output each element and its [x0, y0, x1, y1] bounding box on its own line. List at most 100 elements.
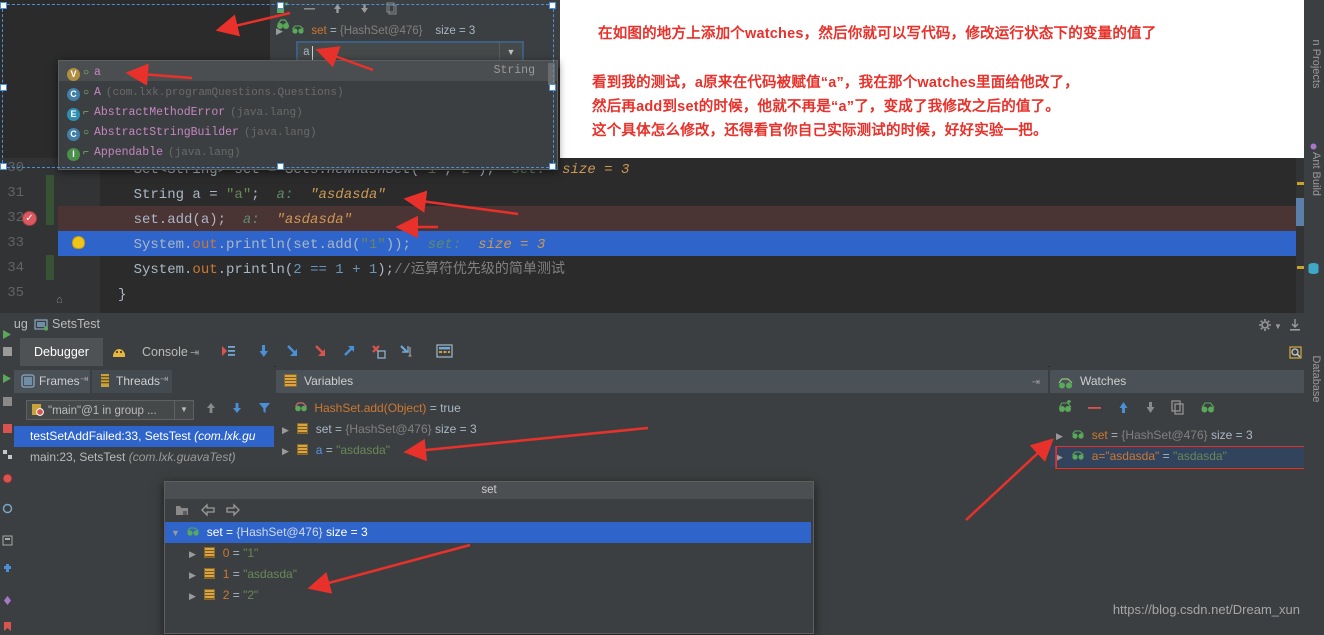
pause-program-icon[interactable] — [2, 346, 13, 357]
variable-eq: = — [429, 401, 441, 415]
resize-handle[interactable] — [0, 84, 7, 91]
code-line[interactable]: set.add(a); a: "asdasda" — [100, 208, 352, 233]
detach-tab-icon[interactable]: ⇥ — [190, 346, 199, 359]
set-popup-title: set — [165, 482, 813, 499]
tab-threads[interactable]: Threads ⇥ — [92, 370, 172, 393]
code-editor[interactable]: ✓ ⌂ 30 31 32 33 34 35 Set<String> set = … — [0, 158, 1324, 313]
rerun-icon[interactable] — [2, 373, 13, 384]
chevron-down-icon[interactable]: ▼ — [174, 401, 193, 419]
set-tree-row[interactable]: ▼ set = {HashSet@476} size = 3 — [165, 522, 811, 543]
step-over-icon[interactable] — [256, 343, 272, 362]
watch-value: {HashSet@476} — [1121, 428, 1208, 442]
set-popup-toolbar[interactable] — [165, 499, 813, 523]
variables-list[interactable]: HashSet.add(Object) = true ▶ set = {Hash… — [276, 398, 1048, 461]
resize-handle[interactable] — [0, 2, 7, 9]
view-breakpoints-icon[interactable] — [2, 449, 13, 460]
sort-up-icon[interactable] — [205, 401, 217, 418]
frame-row[interactable]: testSetAddFailed:33, SetsTest (com.lxk.g… — [14, 426, 274, 447]
code-fold-icon[interactable]: ⌂ — [56, 294, 63, 306]
breakpoint-toggle-icon[interactable] — [2, 473, 13, 484]
drop-frame-icon[interactable] — [370, 343, 386, 362]
intention-bulb-icon[interactable] — [72, 236, 85, 249]
detach-icon[interactable]: ⇥ — [160, 374, 168, 385]
debug-left-rail[interactable] — [0, 313, 14, 632]
right-tool-rail[interactable]: n Projects Ant Build Database — [1304, 0, 1324, 632]
layout-icon[interactable] — [2, 535, 13, 546]
step-into-icon[interactable] — [285, 343, 301, 362]
settings-icon[interactable] — [2, 503, 13, 514]
resize-handle[interactable] — [549, 84, 556, 91]
code-line[interactable]: String a = "a"; a: "asdasda" — [100, 183, 386, 208]
debug-step-toolbar[interactable] — [220, 343, 462, 362]
watch-row[interactable]: ▶ set = {HashSet@476} size = 3 — [1050, 425, 1324, 446]
debug-tabbar[interactable]: Debugger Console ⇥ — [0, 338, 1324, 367]
right-tab-database[interactable]: Database — [1307, 339, 1324, 419]
set-popup-tree[interactable]: ▼ set = {HashSet@476} size = 3 ▶ 0 = "1"… — [165, 522, 811, 606]
tab-frames[interactable]: Frames ⇥ — [14, 370, 90, 393]
resize-handle[interactable] — [0, 163, 7, 170]
code-line[interactable]: System.out.println(2 == 1 + 1);//运算符优先级的… — [100, 258, 565, 283]
sort-down-icon[interactable] — [231, 401, 243, 418]
forward-icon[interactable] — [225, 503, 240, 520]
move-up-icon[interactable] — [1117, 400, 1130, 418]
set-tree-row[interactable]: ▶ 2 = "2" — [165, 585, 811, 606]
resize-handle[interactable] — [549, 163, 556, 170]
settings-search-icon[interactable] — [1288, 345, 1303, 363]
show-execution-point-icon[interactable] — [220, 343, 236, 362]
expand-arrow-icon[interactable]: ▶ — [189, 586, 201, 607]
right-tab-projects[interactable]: n Projects — [1307, 24, 1324, 104]
jump-to-source-icon[interactable] — [175, 503, 190, 520]
thread-selector[interactable]: "main"@1 in group ... ▼ — [26, 400, 194, 420]
expand-arrow-icon[interactable]: ▶ — [189, 544, 201, 565]
annotation-line-3: 然后再add到set的时候，他就不再是“a”了，变成了我修改之后的值了。 — [592, 99, 1060, 115]
evaluate-expression-icon[interactable] — [436, 344, 454, 361]
resume-program-icon[interactable] — [2, 329, 13, 340]
move-down-icon[interactable] — [1144, 400, 1157, 418]
force-step-into-icon[interactable] — [313, 343, 329, 362]
edit-watch-icon[interactable] — [1200, 401, 1216, 418]
expand-arrow-icon[interactable]: ▶ — [282, 441, 294, 462]
collapse-arrow-icon[interactable]: ▼ — [171, 523, 183, 544]
mute-breakpoints-icon[interactable] — [2, 423, 13, 434]
watches-panel-header: Watches ⇥ — [1050, 370, 1324, 393]
back-icon[interactable] — [201, 503, 216, 520]
breakpoint-icon[interactable]: ✓ — [22, 211, 37, 226]
code-token: System. — [100, 262, 193, 278]
variable-row[interactable]: HashSet.add(Object) = true — [276, 398, 1048, 419]
variable-row[interactable]: ▶ set = {HashSet@476} size = 3 — [276, 419, 1048, 440]
plugin-icon[interactable] — [2, 595, 13, 606]
expand-panel-icon[interactable]: ⇥ — [1032, 371, 1040, 394]
frames-toolbar[interactable] — [205, 401, 282, 418]
gear-icon[interactable] — [1258, 318, 1272, 335]
step-out-icon[interactable] — [341, 343, 357, 362]
tab-debugger[interactable]: Debugger — [20, 338, 103, 366]
frame-row[interactable]: main:23, SetsTest (com.lxk.guavaTest) — [14, 447, 274, 468]
extension-icon[interactable] — [2, 563, 13, 574]
resize-handle[interactable] — [277, 2, 284, 9]
set-tree-row[interactable]: ▶ 0 = "1" — [165, 543, 811, 564]
code-line[interactable]: } — [118, 283, 126, 308]
resize-handle[interactable] — [277, 163, 284, 170]
bookmark-icon[interactable] — [2, 621, 13, 632]
remove-watch-icon[interactable] — [1087, 400, 1102, 418]
copy-icon[interactable] — [1171, 400, 1185, 418]
chevron-down-icon[interactable]: ▼ — [1274, 322, 1282, 331]
stop-icon[interactable] — [2, 396, 13, 407]
filter-icon[interactable] — [258, 401, 271, 418]
expand-arrow-icon[interactable]: ▶ — [282, 420, 294, 441]
run-to-cursor-icon[interactable] — [398, 343, 414, 362]
expand-arrow-icon[interactable]: ▶ — [189, 565, 201, 586]
resize-handle[interactable] — [549, 2, 556, 9]
watches-toolbar[interactable] — [1058, 399, 1227, 418]
tab-threads-label: Threads — [116, 374, 161, 388]
set-inspect-popup[interactable]: set ▼ set = {HashSet@476} size = 3 ▶ 0 = — [164, 481, 814, 634]
variable-row[interactable]: ▶ a = "asdasda" — [276, 440, 1048, 461]
add-watch-icon[interactable] — [1058, 399, 1073, 418]
set-tree-row[interactable]: ▶ 1 = "asdasda" — [165, 564, 811, 585]
expand-arrow-icon[interactable]: ▶ — [1056, 426, 1068, 447]
code-line[interactable]: System.out.println(set.add("1")); set: s… — [100, 233, 546, 258]
collapse-icon[interactable] — [1288, 318, 1302, 335]
frames-list[interactable]: testSetAddFailed:33, SetsTest (com.lxk.g… — [14, 426, 274, 468]
detach-icon[interactable]: ⇥ — [80, 374, 88, 385]
set-row-name: 0 — [222, 546, 230, 560]
